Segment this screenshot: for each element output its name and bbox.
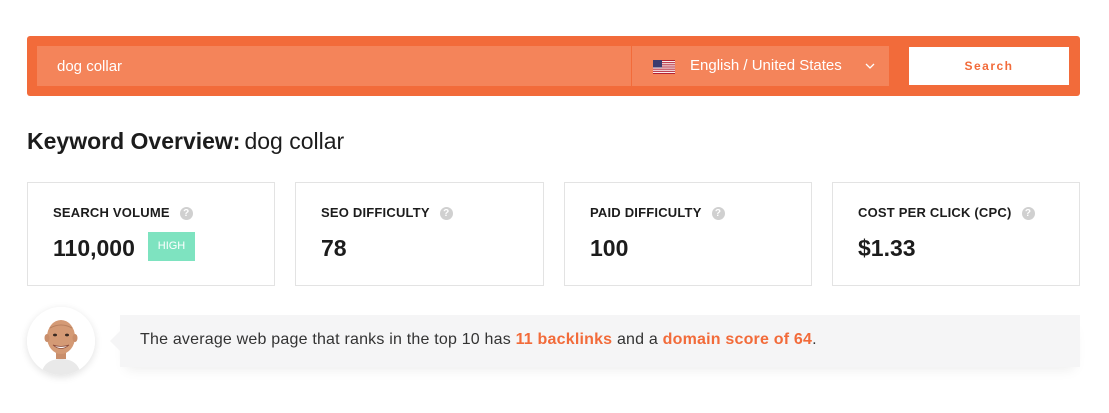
seo-difficulty-value: 78: [321, 235, 347, 261]
backlinks-count: 11 backlinks: [515, 331, 613, 348]
cpc-value: $1.33: [858, 235, 916, 261]
help-icon[interactable]: ?: [179, 207, 193, 220]
paid-difficulty-label: PAID DIFFICULTY?: [590, 205, 725, 220]
search-volume-card: SEARCH VOLUME? 110,000 HIGH: [27, 182, 275, 286]
page-title: Keyword Overview: dog collar: [27, 128, 344, 155]
insight-banner: The average web page that ranks in the t…: [110, 315, 1080, 367]
cpc-label: COST PER CLICK (CPC)?: [858, 205, 1035, 220]
us-flag-icon: [653, 60, 675, 74]
help-icon[interactable]: ?: [1021, 207, 1035, 220]
insight-middle: and a: [616, 331, 658, 348]
cpc-card: COST PER CLICK (CPC)? $1.33: [832, 182, 1080, 286]
seo-difficulty-label: SEO DIFFICULTY?: [321, 205, 453, 220]
insight-prefix: The average web page that ranks in the t…: [140, 331, 511, 348]
domain-score: domain score of 64: [662, 331, 813, 348]
volume-level-badge: HIGH: [148, 232, 195, 261]
search-bar: English / United States Search: [27, 36, 1080, 96]
avatar: [27, 307, 95, 375]
language-select[interactable]: English / United States: [632, 46, 889, 86]
overview-keyword: dog collar: [244, 128, 345, 154]
search-volume-label: SEARCH VOLUME?: [53, 205, 193, 220]
insight-suffix: .: [812, 331, 817, 348]
insight-text: The average web page that ranks in the t…: [140, 331, 817, 349]
overview-label: Keyword Overview:: [27, 128, 241, 154]
paid-difficulty-value: 100: [590, 235, 629, 261]
help-icon[interactable]: ?: [711, 207, 725, 220]
search-volume-value: 110,000: [53, 235, 135, 261]
help-icon[interactable]: ?: [439, 207, 453, 220]
paid-difficulty-card: PAID DIFFICULTY? 100: [564, 182, 812, 286]
chevron-down-icon: [865, 63, 875, 69]
language-label: English / United States: [690, 57, 842, 74]
keyword-input[interactable]: [37, 46, 631, 86]
keyword-overview-page: English / United States Search Keyword O…: [0, 0, 1109, 413]
search-button[interactable]: Search: [909, 47, 1069, 85]
speech-pointer: [110, 331, 120, 351]
seo-difficulty-card: SEO DIFFICULTY? 78: [295, 182, 544, 286]
